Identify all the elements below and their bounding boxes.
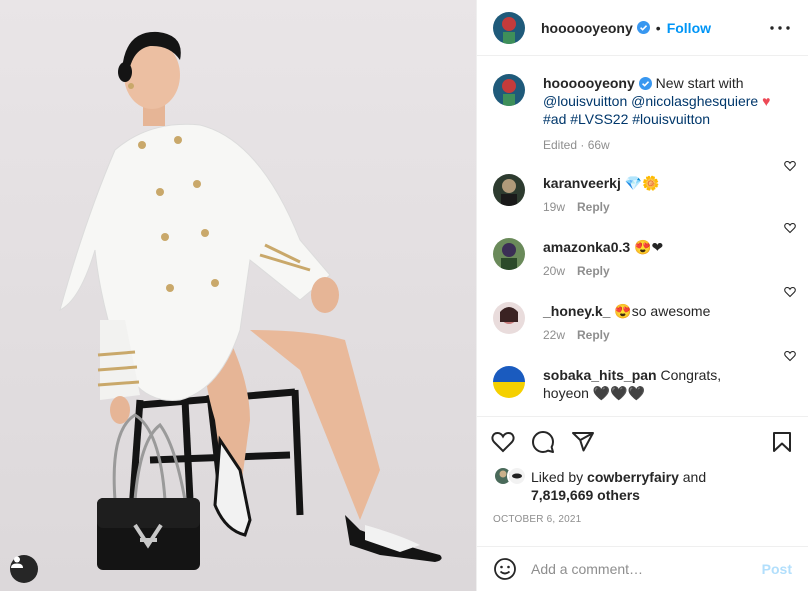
comment-item: _honey.k_ 😍so awesome 22w Reply xyxy=(477,278,808,342)
save-bookmark-icon[interactable] xyxy=(770,430,794,454)
comment-item: amazonka0.3 😍❤ 20w Reply xyxy=(477,214,808,278)
comment-username[interactable]: sobaka_hits_pan xyxy=(543,367,657,383)
comment-text: 💎🌼 xyxy=(624,175,660,191)
avatar[interactable] xyxy=(493,74,525,106)
verified-badge-icon xyxy=(636,21,650,34)
likes-count[interactable]: 7,819,669 others xyxy=(531,487,640,503)
reply-button[interactable]: Reply xyxy=(577,264,610,278)
tagged-users-button[interactable] xyxy=(10,555,38,583)
caption-mentions[interactable]: @louisvuitton @nicolasghesquiere xyxy=(543,93,758,109)
avatar[interactable] xyxy=(493,302,525,334)
likes-and: and xyxy=(682,469,707,485)
avatar[interactable] xyxy=(493,11,525,44)
add-comment-bar: Post xyxy=(477,546,808,591)
share-icon[interactable] xyxy=(571,430,595,454)
like-comment-heart-icon[interactable] xyxy=(784,350,796,362)
comment-age: 22w xyxy=(543,328,566,342)
comment-item: karanveerkj 💎🌼 19w Reply xyxy=(477,152,808,214)
comment-username[interactable]: karanveerkj xyxy=(543,175,621,191)
avatar[interactable] xyxy=(493,366,525,398)
more-icon xyxy=(770,25,790,30)
heart-emoji: ♥ xyxy=(762,93,771,109)
post-photo[interactable] xyxy=(0,0,476,591)
verified-badge-icon xyxy=(638,77,652,90)
follow-button[interactable]: Follow xyxy=(667,20,711,36)
user-icon xyxy=(11,556,23,568)
like-comment-heart-icon[interactable] xyxy=(784,160,796,172)
action-bar xyxy=(477,416,808,466)
post-comment-button[interactable]: Post xyxy=(762,561,792,577)
comment-input[interactable] xyxy=(531,561,762,577)
reply-button[interactable]: Reply xyxy=(577,200,610,214)
comments-list[interactable]: hoooooyeony New start with @louisvuitton… xyxy=(477,56,808,416)
avatar[interactable] xyxy=(493,174,525,206)
emoji-icon[interactable] xyxy=(493,557,517,581)
caption-edited: Edited · 66w xyxy=(543,138,610,152)
caption-text: New start with xyxy=(655,75,744,91)
caption-hashtags[interactable]: #ad #LVSS22 #louisvuitton xyxy=(543,111,710,127)
separator-dot: • xyxy=(655,19,661,36)
liker-username[interactable]: cowberryfairy xyxy=(587,469,679,485)
post-date[interactable]: OCTOBER 6, 2021 xyxy=(493,514,581,525)
reply-button[interactable]: Reply xyxy=(577,328,610,342)
like-heart-icon[interactable] xyxy=(491,430,515,454)
avatar[interactable] xyxy=(493,238,525,270)
more-options-button[interactable] xyxy=(768,16,792,40)
comment-item: sobaka_hits_pan Congrats, hoyeon 🖤🖤🖤 xyxy=(477,342,808,402)
photo-illustration xyxy=(0,0,476,591)
post-header: hoooooyeony • Follow xyxy=(477,0,808,56)
likes-prefix: Liked by xyxy=(531,469,584,485)
comment-text: 😍❤ xyxy=(634,239,664,255)
like-comment-heart-icon[interactable] xyxy=(784,222,796,234)
caption-username[interactable]: hoooooyeony xyxy=(543,75,635,91)
caption: hoooooyeony New start with @louisvuitton… xyxy=(477,56,808,152)
comment-icon[interactable] xyxy=(531,430,555,454)
author-username[interactable]: hoooooyeony xyxy=(541,20,633,36)
comment-username[interactable]: amazonka0.3 xyxy=(543,239,630,255)
comment-age: 20w xyxy=(543,264,566,278)
comment-age: 19w xyxy=(543,200,566,214)
liker-avatar[interactable] xyxy=(507,466,527,486)
post-panel: hoooooyeony • Follow hoooooyeony New sta… xyxy=(476,0,808,591)
likes-summary: Liked by cowberryfairy and 7,819,669 oth… xyxy=(493,466,792,504)
comment-username[interactable]: _honey.k_ xyxy=(543,303,610,319)
comment-text: 😍so awesome xyxy=(614,303,711,319)
like-comment-heart-icon[interactable] xyxy=(784,286,796,298)
